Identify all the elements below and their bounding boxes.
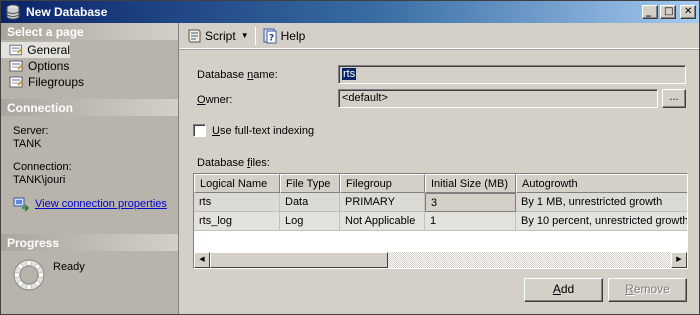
fulltext-indexing-label: Use full-text indexing: [212, 124, 315, 137]
column-header-initial-size[interactable]: Initial Size (MB): [425, 174, 516, 193]
left-panel: Select a page General Options Filegroups…: [1, 23, 179, 314]
table-cell[interactable]: By 10 percent, unrestricted growth: [516, 212, 687, 231]
table-cell[interactable]: Not Applicable: [340, 212, 425, 231]
database-icon: [6, 4, 20, 20]
close-icon: ✕: [684, 6, 693, 17]
sidebar-item-general[interactable]: General: [1, 42, 70, 58]
toolbar: Script ▼ ? Help: [179, 23, 699, 49]
page-icon: [9, 76, 23, 88]
table-row[interactable]: rts_log Log Not Applicable 1 By 10 perce…: [194, 212, 687, 231]
svg-text:?: ?: [268, 33, 273, 43]
help-button[interactable]: ? Help: [259, 26, 309, 46]
right-panel: Script ▼ ? Help Database name: rts Owner…: [179, 23, 699, 314]
server-label: Server:: [13, 125, 49, 137]
table-cell[interactable]: PRIMARY: [340, 193, 425, 212]
connection-header: Connection: [1, 99, 178, 116]
fulltext-indexing-checkbox[interactable]: [193, 124, 206, 137]
sidebar-item-label: General: [27, 43, 70, 57]
table-cell[interactable]: rts_log: [194, 212, 280, 231]
table-cell[interactable]: 1: [425, 212, 516, 231]
window-title: New Database: [26, 5, 108, 19]
table-row[interactable]: rts Data PRIMARY 3 By 1 MB, unrestricted…: [194, 193, 687, 212]
title-bar[interactable]: New Database _ □ ✕: [1, 1, 699, 23]
table-cell[interactable]: By 1 MB, unrestricted growth: [516, 193, 687, 212]
connection-label: Connection:: [13, 161, 72, 173]
column-header-logical-name[interactable]: Logical Name: [194, 174, 280, 193]
view-connection-link[interactable]: View connection properties: [35, 198, 167, 210]
minimize-icon: _: [646, 6, 651, 17]
scroll-right-icon[interactable]: ▶: [671, 252, 687, 268]
owner-label: Owner:: [197, 94, 233, 106]
connection-value: TANK\jouri: [13, 174, 66, 186]
script-button[interactable]: Script ▼: [183, 26, 252, 46]
fulltext-indexing-option[interactable]: Use full-text indexing: [193, 124, 314, 137]
table-header: Logical Name File Type Filegroup Initial…: [194, 174, 687, 193]
column-header-autogrowth[interactable]: Autogrowth: [516, 174, 687, 193]
connection-properties-icon: [13, 197, 29, 211]
view-connection-properties[interactable]: View connection properties: [13, 197, 167, 211]
horizontal-scrollbar[interactable]: ◀ ▶: [194, 252, 687, 268]
select-page-header: Select a page: [1, 23, 178, 40]
chevron-down-icon[interactable]: ▼: [241, 31, 249, 40]
page-list: General Options Filegroups: [1, 42, 178, 90]
sidebar-item-label: Options: [28, 59, 70, 73]
table-cell[interactable]: 3: [425, 193, 516, 212]
database-name-label: Database name:: [197, 69, 278, 81]
page-icon: [9, 44, 23, 56]
page-icon: [9, 60, 23, 72]
remove-button[interactable]: Remove: [608, 278, 687, 302]
progress-header: Progress: [1, 234, 178, 251]
sidebar-item-filegroups[interactable]: Filegroups: [1, 74, 178, 90]
server-value: TANK: [13, 138, 42, 150]
table-cell[interactable]: rts: [194, 193, 280, 212]
owner-browse-button[interactable]: ...: [662, 89, 686, 108]
table-cell[interactable]: Data: [280, 193, 340, 212]
database-name-input[interactable]: rts: [338, 65, 686, 84]
column-header-file-type[interactable]: File Type: [280, 174, 340, 193]
maximize-button[interactable]: □: [660, 5, 676, 19]
column-header-filegroup[interactable]: Filegroup: [340, 174, 425, 193]
progress-area: Ready: [11, 257, 85, 293]
connection-info: Server: TANK Connection: TANK\jouri: [13, 125, 72, 187]
script-label: Script: [205, 28, 236, 43]
database-files-table[interactable]: Logical Name File Type Filegroup Initial…: [193, 173, 688, 269]
scrollbar-track[interactable]: [388, 252, 671, 268]
progress-spinner-icon: [13, 259, 45, 291]
sidebar-item-label: Filegroups: [28, 75, 85, 89]
help-label: Help: [280, 28, 306, 43]
progress-status: Ready: [53, 261, 85, 273]
close-button[interactable]: ✕: [680, 5, 696, 19]
scroll-left-icon[interactable]: ◀: [194, 252, 210, 268]
table-cell[interactable]: Log: [280, 212, 340, 231]
maximize-icon: □: [664, 6, 674, 17]
script-icon: [188, 29, 201, 42]
help-icon: ?: [263, 28, 277, 43]
new-database-window: New Database _ □ ✕ Select a page General: [0, 0, 700, 315]
owner-field[interactable]: <default>: [338, 89, 658, 108]
toolbar-separator: [254, 26, 256, 45]
database-files-label: Database files:: [197, 157, 270, 169]
sidebar-item-options[interactable]: Options: [1, 58, 178, 74]
scrollbar-thumb[interactable]: [210, 252, 388, 268]
add-button[interactable]: Add: [524, 278, 603, 302]
minimize-button[interactable]: _: [642, 5, 658, 19]
